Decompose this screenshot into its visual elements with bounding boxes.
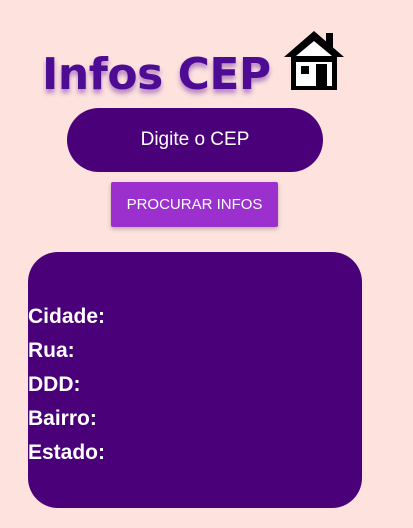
result-field-label: Cidade: <box>28 305 106 328</box>
house-icon <box>282 28 346 92</box>
cep-input[interactable] <box>78 128 312 152</box>
result-field-label: DDD: <box>28 373 81 396</box>
result-field-label: Rua: <box>28 339 75 362</box>
app-header: Infos CEP <box>42 28 362 108</box>
page-title: Infos CEP <box>42 49 271 100</box>
result-card: Cidade: Rua: DDD: Bairro: Estado: <box>28 252 362 508</box>
result-field-label: Bairro: <box>28 407 97 430</box>
cep-search-field <box>67 108 323 172</box>
search-button[interactable]: PROCURAR INFOS <box>111 182 278 227</box>
result-field-label: Estado: <box>28 441 106 464</box>
result-fields-list: Cidade: Rua: DDD: Bairro: Estado: <box>28 300 105 470</box>
